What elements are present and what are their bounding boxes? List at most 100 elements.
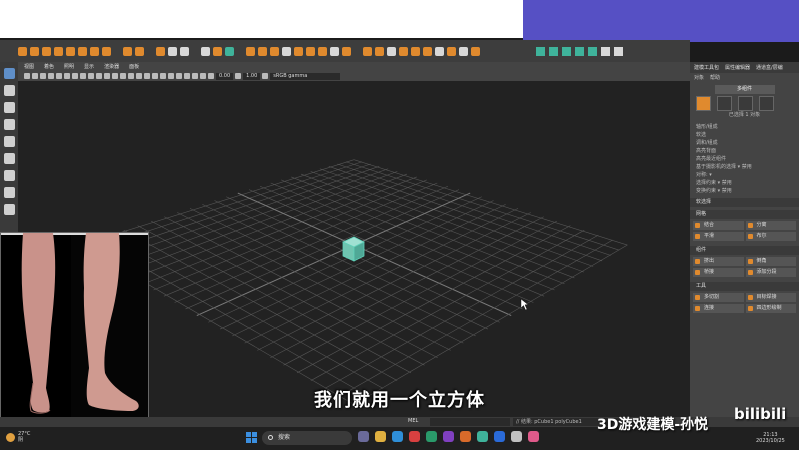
safe-action-icon[interactable] (96, 73, 102, 79)
shelf-cylinder-icon[interactable] (42, 46, 51, 56)
comp-bridge-button[interactable]: 桥接 (693, 268, 744, 277)
vp-menu-view[interactable]: 视图 (24, 63, 34, 70)
shelf-cube-icon[interactable] (30, 46, 39, 56)
rotate-tool-icon[interactable] (3, 136, 15, 147)
select-constraint[interactable]: 选择约束 ▾ 禁用 (690, 179, 799, 187)
layout-four-icon[interactable] (3, 204, 15, 215)
shelf-blend-icon[interactable] (588, 46, 597, 56)
gate-mask-icon[interactable] (80, 73, 86, 79)
vp-menu-panels[interactable]: 面板 (129, 63, 139, 70)
app-gray-icon[interactable] (511, 431, 522, 442)
shelf-cylindrical-icon[interactable] (387, 46, 396, 56)
taskbar-clock[interactable]: 21:13 2023/10/25 (756, 432, 785, 444)
section-component-header[interactable]: 组件 (690, 246, 799, 255)
film-gate-icon[interactable] (64, 73, 70, 79)
shadows-icon[interactable] (144, 73, 150, 79)
weather-widget[interactable]: 27°C 阴 (6, 431, 30, 443)
file-explorer-icon[interactable] (375, 431, 386, 442)
field-chart-icon[interactable] (88, 73, 94, 79)
shelf-smooth-icon[interactable] (246, 46, 255, 56)
gamma-value[interactable]: 1.00 (243, 72, 261, 80)
checkbox-nearest[interactable]: 高亮最近组件 (690, 155, 799, 163)
mesh-smooth-button[interactable]: 平滑 (693, 232, 744, 241)
option-tweak[interactable]: 调和/组成 (690, 139, 799, 147)
scale-tool-icon[interactable] (3, 153, 15, 164)
edge-mode-icon[interactable] (738, 96, 753, 111)
ao-icon[interactable] (152, 73, 158, 79)
shelf-pipe-icon[interactable] (102, 46, 111, 56)
comp-extrude-button[interactable]: 挤出 (693, 257, 744, 266)
shelf-sew-icon[interactable] (435, 46, 444, 56)
option-soft[interactable]: 软选 (690, 131, 799, 139)
checkbox-backface[interactable]: 高亮背面 (690, 147, 799, 155)
maya-app-icon[interactable] (477, 431, 488, 442)
lasso-tool-icon[interactable] (3, 85, 15, 96)
aa-icon[interactable] (168, 73, 174, 79)
vertex-mode-icon[interactable] (717, 96, 732, 111)
shelf-star-icon[interactable] (156, 46, 165, 56)
app-green-icon[interactable] (426, 431, 437, 442)
image-plane-icon[interactable] (48, 73, 54, 79)
xray-components-icon[interactable] (200, 73, 206, 79)
edge-browser-icon[interactable] (392, 431, 403, 442)
shelf-skin-icon[interactable] (562, 46, 571, 56)
symmetry-select[interactable]: 对称: ▾ (690, 171, 799, 179)
camera-based-select[interactable]: 基于摄影机的选择 ▾ 禁用 (690, 163, 799, 171)
layout-single-icon[interactable] (3, 187, 15, 198)
bookmark-icon[interactable] (40, 73, 46, 79)
mesh-separate-button[interactable]: 分离 (745, 221, 796, 230)
shelf-extrude-icon[interactable] (294, 46, 303, 56)
shelf-soccer-icon[interactable] (123, 46, 132, 56)
shelf-history-icon[interactable] (601, 46, 610, 56)
app-pink-icon[interactable] (528, 431, 539, 442)
vp-menu-show[interactable]: 显示 (84, 63, 94, 70)
comp-bevel-button[interactable]: 倒角 (745, 257, 796, 266)
vp-menu-shading[interactable]: 着色 (44, 63, 54, 70)
paint-select-icon[interactable] (3, 102, 15, 113)
resolution-gate-icon[interactable] (72, 73, 78, 79)
motion-blur-icon[interactable] (160, 73, 166, 79)
exposure-value[interactable]: 0.00 (216, 72, 234, 80)
mesh-boolean-button[interactable]: 布尔 (745, 232, 796, 241)
app-blue-icon[interactable] (494, 431, 505, 442)
tab-attribute-editor[interactable]: 属性编辑器 (725, 64, 750, 71)
select-tool-icon[interactable] (3, 68, 15, 79)
shelf-unfold-icon[interactable] (459, 46, 468, 56)
smooth-shade-icon[interactable] (112, 73, 118, 79)
subtab-help[interactable]: 帮助 (710, 74, 720, 81)
tab-channel-box[interactable]: 通道盒/层编 (756, 64, 783, 71)
shelf-merge-icon[interactable] (342, 46, 351, 56)
mesh-combine-button[interactable]: 结合 (693, 221, 744, 230)
multi-component-button[interactable]: 多组件 (714, 85, 775, 94)
shelf-cut-icon[interactable] (447, 46, 456, 56)
option-pick[interactable]: 轴形/组成 (690, 123, 799, 131)
task-view-icon[interactable] (358, 431, 369, 442)
shelf-mirror-icon[interactable] (225, 46, 234, 56)
grid-icon[interactable] (56, 73, 62, 79)
section-tools-header[interactable]: 工具 (690, 282, 799, 291)
shelf-fill-icon[interactable] (270, 46, 279, 56)
shelf-planar-icon[interactable] (375, 46, 384, 56)
shelf-svg-icon[interactable] (180, 46, 189, 56)
tool-target-weld-button[interactable]: 目标焊接 (745, 293, 796, 302)
shelf-torus-icon[interactable] (66, 46, 75, 56)
exposure-icon[interactable] (208, 73, 214, 79)
shelf-reduce-icon[interactable] (258, 46, 267, 56)
wireframe-icon[interactable] (104, 73, 110, 79)
shelf-layout-icon[interactable] (471, 46, 480, 56)
shelf-bridge-icon[interactable] (306, 46, 315, 56)
shelf-delete-icon[interactable] (614, 46, 623, 56)
windows-start-icon[interactable] (246, 432, 257, 443)
app-purple-icon[interactable] (443, 431, 454, 442)
section-mesh-header[interactable]: 网格 (690, 210, 799, 219)
shelf-combine-icon[interactable] (201, 46, 210, 56)
gamma-icon[interactable] (235, 73, 242, 79)
taskbar-search[interactable]: 搜索 (262, 431, 352, 445)
shelf-plane-icon[interactable] (78, 46, 87, 56)
textured-icon[interactable] (128, 73, 134, 79)
subtab-objects[interactable]: 对象 (694, 74, 704, 81)
app-red-icon[interactable] (409, 431, 420, 442)
transform-constraint[interactable]: 变换约束 ▾ 禁用 (690, 187, 799, 195)
tab-modeling-toolkit[interactable]: 建模工具包 (694, 64, 719, 71)
isolate-icon[interactable] (176, 73, 182, 79)
